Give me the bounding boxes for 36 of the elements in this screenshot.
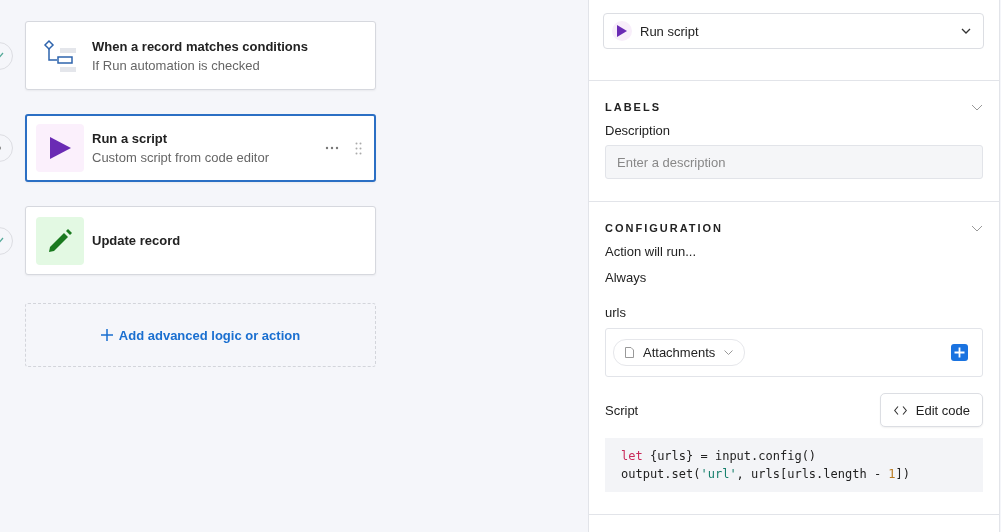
add-action-button[interactable]: Add advanced logic or action [25, 303, 376, 367]
section-title: CONFIGURATION [605, 222, 724, 234]
step-subtitle: Custom script from code editor [92, 150, 270, 165]
drag-handle-icon [355, 141, 362, 155]
field-label: urls [605, 305, 627, 320]
document-icon [625, 347, 634, 358]
step-title: Update record [92, 233, 182, 248]
field-token[interactable]: Attachments [613, 339, 746, 366]
add-icon [951, 344, 968, 361]
input-value-field[interactable]: Attachments [605, 328, 983, 377]
section-title: LABELS [605, 101, 661, 113]
play-icon [617, 25, 627, 37]
step-title: Run a script [92, 131, 169, 146]
code-block: let {urls} = input.config() output.set('url', urls[urls.length - 1]) [605, 438, 983, 492]
chevron-down-icon [724, 350, 734, 355]
chevron-down-icon [971, 103, 983, 111]
field-label: Action will run... [605, 244, 698, 259]
description-field[interactable]: Enter a description [605, 145, 983, 179]
field-value: Always [605, 270, 648, 285]
field-label: Script [605, 402, 639, 418]
chevron-down-icon [961, 28, 971, 34]
more-icon [325, 146, 339, 150]
step-card[interactable]: Run a script Custom script from code editor [25, 114, 376, 182]
pencil-icon [47, 227, 73, 254]
token-label: Attachments [643, 345, 716, 360]
step-title: When a record matches conditions [92, 38, 309, 54]
play-icon [48, 136, 72, 160]
edit-code-button[interactable]: Edit code [879, 393, 983, 427]
plus-icon [100, 329, 113, 341]
step-subtitle: If Run automation is checked [92, 57, 261, 73]
code-icon [893, 405, 907, 415]
action-type-dropdown[interactable]: Run script [603, 13, 984, 49]
step-card[interactable]: Update record [25, 206, 376, 275]
chevron-down-icon [971, 224, 983, 232]
step-card[interactable]: When a record matches conditions If Run automation is checked [25, 21, 376, 90]
field-label: Description [605, 123, 672, 138]
